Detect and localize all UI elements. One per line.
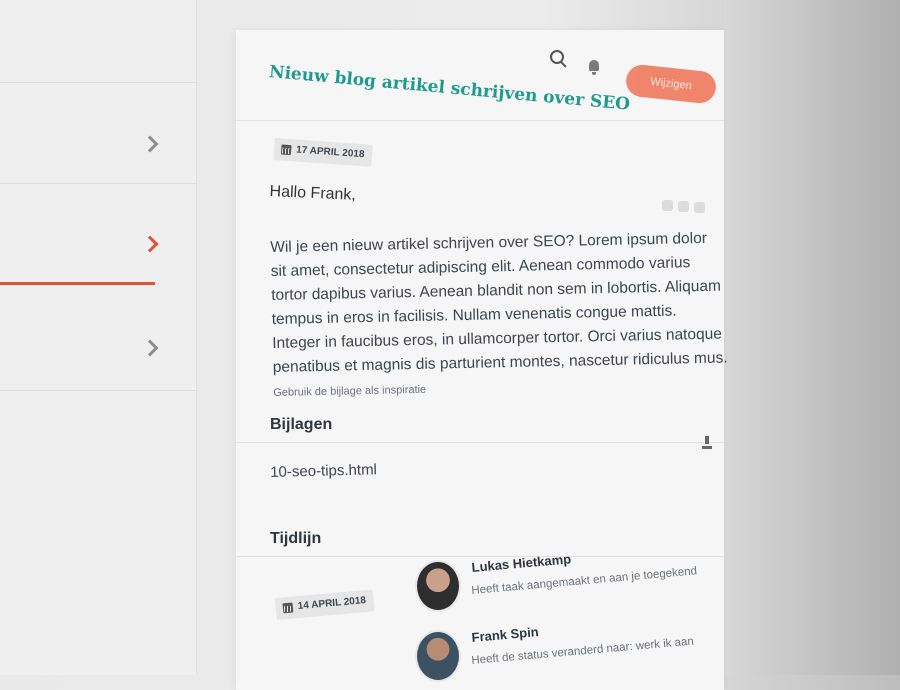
divider (236, 442, 724, 443)
sidebar-divider (0, 390, 196, 391)
option-dot (694, 202, 705, 213)
sidebar-item-2-active[interactable] (0, 192, 196, 292)
greeting: Hallo Frank, (269, 183, 357, 204)
timeline-entry: Lukas Hietkamp Heeft taak aangemaakt en … (415, 551, 715, 620)
bell-icon[interactable] (586, 58, 608, 80)
timeline-date: 14 APRIL 2018 (297, 595, 367, 613)
task-description-main: Wil je een nieuw artikel schrijven over … (270, 229, 728, 376)
task-description-tail: Gebruik de bijlage als inspiratie (273, 383, 427, 399)
timeline-heading: Tijdlijn (270, 530, 322, 547)
attachment-link[interactable]: 10-seo-tips.html (270, 461, 377, 481)
sidebar-item-1[interactable] (0, 92, 196, 192)
sidebar (0, 0, 197, 675)
avatar (415, 560, 461, 612)
timeline-entry: Frank Spin Heeft de status veranderd naa… (415, 624, 715, 690)
sidebar-item-3[interactable] (0, 296, 196, 396)
sidebar-divider (0, 82, 196, 83)
download-icon[interactable] (701, 436, 713, 450)
sidebar-divider (0, 183, 196, 184)
chevron-right-icon (141, 135, 159, 153)
calendar-icon (282, 602, 294, 614)
attachments-heading: Bijlagen (270, 416, 333, 433)
divider (236, 120, 724, 121)
divider (236, 556, 724, 557)
chevron-right-icon (141, 235, 159, 253)
chevron-right-icon (141, 339, 159, 357)
active-indicator (0, 282, 155, 285)
search-icon[interactable] (548, 48, 570, 70)
option-dot (678, 201, 689, 212)
background-shade (724, 0, 900, 675)
avatar (415, 630, 461, 682)
calendar-icon (280, 144, 292, 156)
option-dot (662, 200, 673, 211)
task-date: 17 APRIL 2018 (295, 144, 365, 161)
task-description: Wil je een nieuw artikel schrijven over … (270, 226, 728, 404)
